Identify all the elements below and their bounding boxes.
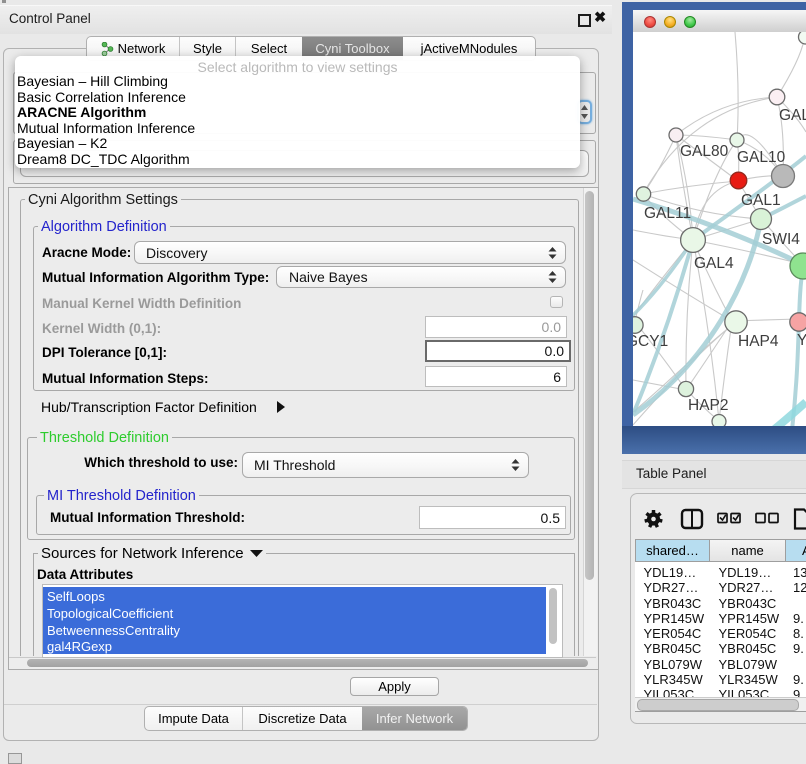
svg-text:GAL80: GAL80 <box>680 143 729 160</box>
svg-text:HAP2: HAP2 <box>688 397 729 414</box>
svg-text:SWI4: SWI4 <box>762 231 800 248</box>
svg-text:YB: YB <box>797 332 806 349</box>
svg-text:GAL1: GAL1 <box>741 192 781 209</box>
svg-text:HAP4: HAP4 <box>738 333 779 350</box>
svg-text:GAL10: GAL10 <box>737 149 786 166</box>
svg-text:GAL7: GAL7 <box>779 107 806 124</box>
svg-text:GAL11: GAL11 <box>644 205 691 222</box>
svg-text:GCY1: GCY1 <box>633 333 668 350</box>
svg-text:GAL4: GAL4 <box>694 255 734 272</box>
